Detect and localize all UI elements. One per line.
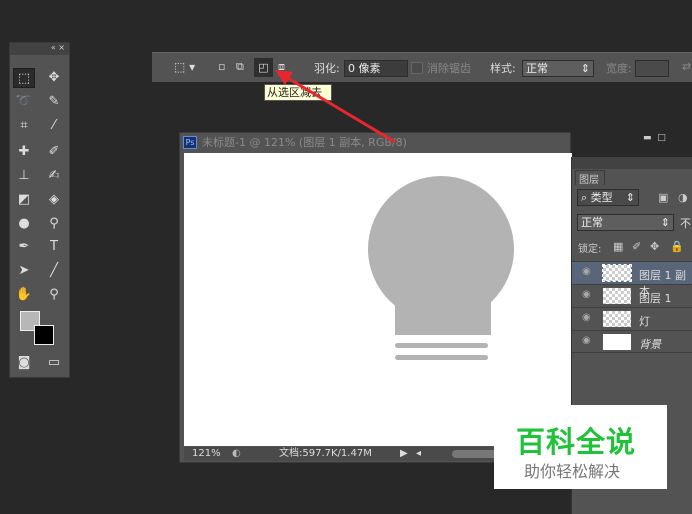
arrow-shaft xyxy=(285,75,396,144)
arrow-head xyxy=(275,70,293,85)
watermark: 百科全说 助你轻松解决 xyxy=(494,405,667,489)
watermark-title: 百科全说 xyxy=(516,425,637,459)
watermark-subtitle: 助你轻松解决 xyxy=(524,462,621,481)
